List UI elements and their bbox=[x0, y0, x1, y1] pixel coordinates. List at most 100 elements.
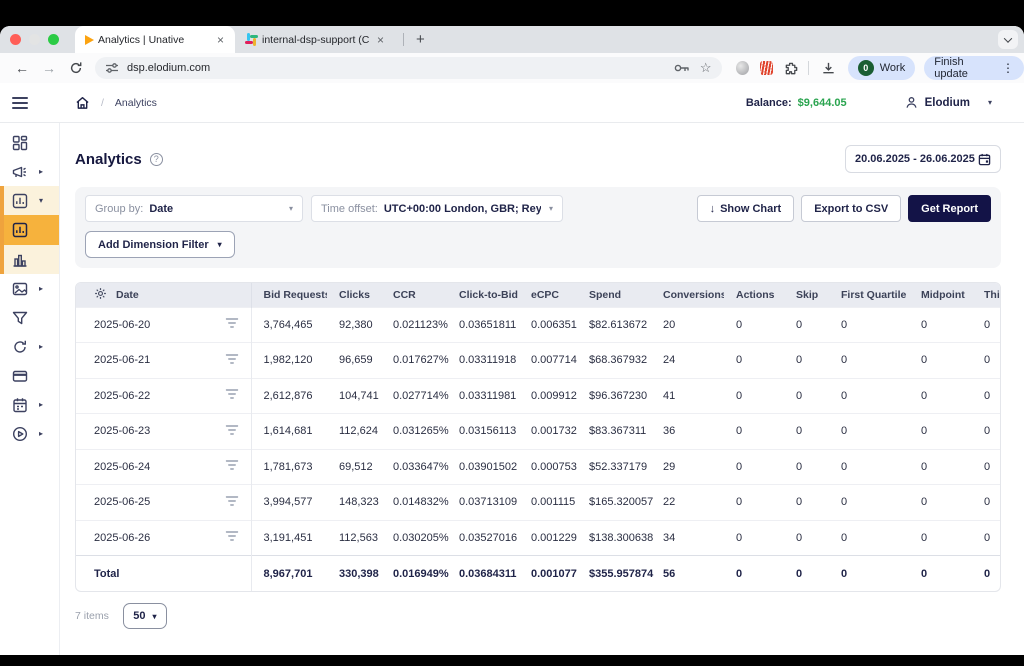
chevron-right-icon: ▸ bbox=[39, 167, 43, 176]
column-header-click-to-bid[interactable]: Click-to-Bid bbox=[447, 283, 519, 307]
sidebar-item-bar-chart[interactable] bbox=[4, 245, 59, 274]
close-icon[interactable]: × bbox=[214, 33, 227, 47]
export-csv-button[interactable]: Export to CSV bbox=[801, 195, 901, 222]
extension-icon[interactable] bbox=[736, 61, 749, 75]
downloads-icon[interactable] bbox=[821, 61, 836, 76]
close-window-button[interactable] bbox=[10, 34, 21, 45]
new-tab-button[interactable]: + bbox=[412, 31, 429, 48]
help-icon[interactable]: ? bbox=[150, 153, 163, 166]
column-header-third-quartile[interactable]: Third Quartile bbox=[972, 283, 1001, 307]
cell-third-quartile: 0 bbox=[972, 556, 1001, 592]
date-range-value: 20.06.2025 - 26.06.2025 bbox=[855, 153, 975, 165]
row-filter-icon[interactable] bbox=[225, 317, 239, 332]
row-filter-icon[interactable] bbox=[225, 353, 239, 368]
tab-analytics[interactable]: Analytics | Unative × bbox=[75, 26, 235, 53]
page-size-select[interactable]: 50 ▾ bbox=[123, 603, 167, 629]
row-filter-icon[interactable] bbox=[225, 459, 239, 474]
show-chart-button[interactable]: ↓ Show Chart bbox=[697, 195, 795, 222]
sidebar-item-report[interactable] bbox=[4, 215, 59, 245]
column-header-date[interactable]: Date bbox=[76, 283, 251, 307]
close-icon[interactable]: × bbox=[374, 33, 387, 47]
cell-click-to-bid: 0.03527016 bbox=[447, 520, 519, 556]
cell-first-quartile: 0 bbox=[829, 307, 909, 343]
breadcrumb-current[interactable]: Analytics bbox=[115, 97, 157, 109]
sidebar-item-sync[interactable]: ▸ bbox=[0, 332, 59, 361]
password-key-icon[interactable] bbox=[674, 63, 690, 73]
sidebar-item-megaphone[interactable]: ▸ bbox=[0, 157, 59, 186]
date-cell: 2025-06-23 bbox=[76, 414, 251, 450]
sync-icon bbox=[12, 339, 28, 355]
bookmark-star-icon[interactable]: ☆ bbox=[700, 60, 712, 76]
column-header-ecpc[interactable]: eCPC bbox=[519, 283, 577, 307]
finish-update-button[interactable]: Finish update ⋮ bbox=[924, 56, 1024, 80]
column-header-ccr[interactable]: CCR bbox=[381, 283, 447, 307]
extension-icon[interactable] bbox=[760, 61, 773, 75]
row-filter-icon[interactable] bbox=[225, 530, 239, 545]
table-row: 2025-06-203,764,46592,3800.021123%0.0365… bbox=[76, 307, 1001, 343]
reload-button[interactable] bbox=[69, 61, 83, 75]
fullscreen-window-button[interactable] bbox=[48, 34, 59, 45]
row-filter-icon[interactable] bbox=[225, 424, 239, 439]
report-icon bbox=[12, 222, 28, 238]
column-header-spend[interactable]: Spend bbox=[577, 283, 651, 307]
sidebar-item-video[interactable]: ▸ bbox=[0, 419, 59, 448]
sidebar-item-dashboard[interactable] bbox=[0, 128, 59, 157]
cell-skip: 0 bbox=[784, 520, 829, 556]
chevron-right-icon: ▸ bbox=[39, 284, 43, 293]
column-header-first-quartile[interactable]: First Quartile bbox=[829, 283, 909, 307]
sidebar-item-billing[interactable] bbox=[0, 361, 59, 390]
site-settings-icon[interactable] bbox=[105, 62, 119, 74]
sidebar-item-funnel[interactable] bbox=[0, 303, 59, 332]
cell-ccr: 0.021123% bbox=[381, 307, 447, 343]
add-dimension-filter-button[interactable]: Add Dimension Filter ▾ bbox=[85, 231, 235, 258]
sidebar-item-calendar[interactable]: ▸ bbox=[0, 390, 59, 419]
hamburger-menu-icon[interactable] bbox=[12, 94, 28, 112]
tab-title: internal-dsp-support (Chann bbox=[262, 34, 370, 46]
column-header-bid-requests[interactable]: Bid Requests bbox=[251, 283, 327, 307]
cell-actions: 0 bbox=[724, 343, 784, 379]
column-header-conversions[interactable]: Conversions bbox=[651, 283, 724, 307]
column-header-skip[interactable]: Skip bbox=[784, 283, 829, 307]
cell-midpoint: 0 bbox=[909, 343, 972, 379]
row-filter-icon[interactable] bbox=[225, 495, 239, 510]
url-text[interactable]: dsp.elodium.com bbox=[127, 62, 674, 74]
column-header-clicks[interactable]: Clicks bbox=[327, 283, 381, 307]
forward-button[interactable]: → bbox=[42, 61, 56, 75]
tab-overview-button[interactable] bbox=[998, 30, 1018, 49]
cell-midpoint: 0 bbox=[909, 414, 972, 450]
add-dimension-filter-label: Add Dimension Filter bbox=[98, 239, 209, 251]
billing-icon bbox=[12, 368, 28, 384]
account-menu[interactable]: Elodium ▾ bbox=[905, 96, 992, 109]
row-filter-icon[interactable] bbox=[225, 388, 239, 403]
creatives-icon bbox=[12, 281, 28, 297]
column-header-midpoint[interactable]: Midpoint bbox=[909, 283, 972, 307]
gear-icon[interactable] bbox=[94, 287, 107, 303]
address-bar[interactable]: dsp.elodium.com ☆ bbox=[95, 57, 722, 79]
cell-ccr: 0.030205% bbox=[381, 520, 447, 556]
get-report-button[interactable]: Get Report bbox=[908, 195, 991, 222]
column-header-actions[interactable]: Actions bbox=[724, 283, 784, 307]
home-icon[interactable] bbox=[75, 96, 90, 110]
window-controls[interactable] bbox=[10, 34, 59, 45]
date-range-picker[interactable]: 20.06.2025 - 26.06.2025 bbox=[845, 145, 1001, 173]
cell-ccr: 0.027714% bbox=[381, 378, 447, 414]
minimize-window-button[interactable] bbox=[29, 34, 40, 45]
kebab-menu-icon[interactable]: ⋮ bbox=[1002, 61, 1014, 75]
cell-click-to-bid: 0.03684311 bbox=[447, 556, 519, 592]
cell-ccr: 0.016949% bbox=[381, 556, 447, 592]
cell-bid-requests: 8,967,701 bbox=[251, 556, 327, 592]
cell-conversions: 34 bbox=[651, 520, 724, 556]
tab-slack[interactable]: internal-dsp-support (Chann × bbox=[235, 26, 395, 53]
sidebar-group-analytics: ▾ bbox=[0, 186, 59, 274]
sidebar-item-analytics[interactable]: ▾ bbox=[4, 186, 59, 215]
profile-button[interactable]: 0 Work bbox=[848, 56, 915, 80]
extensions-puzzle-icon[interactable] bbox=[784, 61, 799, 76]
cell-actions: 0 bbox=[724, 449, 784, 485]
table-header-row: DateBid RequestsClicksCCRClick-to-BideCP… bbox=[76, 283, 1001, 307]
time-offset-dropdown[interactable]: Time offset: UTC+00:00 London, GBR; Reyk… bbox=[311, 195, 563, 222]
cell-skip: 0 bbox=[784, 449, 829, 485]
browser-toolbar: ← → dsp.elodium.com ☆ 0 Work bbox=[0, 53, 1024, 83]
sidebar-item-creatives[interactable]: ▸ bbox=[0, 274, 59, 303]
group-by-dropdown[interactable]: Group by: Date ▾ bbox=[85, 195, 303, 222]
back-button[interactable]: ← bbox=[15, 61, 29, 75]
